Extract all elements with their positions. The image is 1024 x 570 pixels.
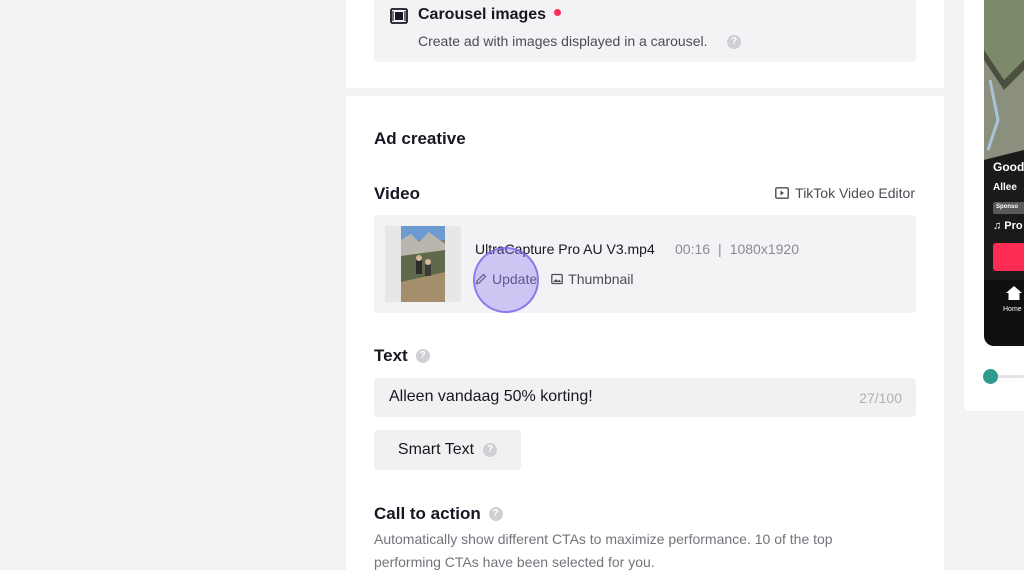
video-resolution: 1080x1920 (729, 241, 799, 257)
video-editor-label: TikTok Video Editor (795, 185, 915, 201)
preview-title: Good (993, 160, 1024, 174)
ad-text-value: Alleen vandaag 50% korting! (389, 388, 593, 405)
home-icon (1006, 286, 1022, 300)
ad-text-input[interactable]: Alleen vandaag 50% korting! 27/100 (374, 378, 916, 417)
carousel-icon (390, 8, 408, 24)
ad-editor-stage: Carousel images Create ad with images di… (0, 0, 1024, 570)
carousel-title: Carousel images (418, 6, 547, 23)
ad-creative-card: Ad creative Video TikTok Video Editor Ul… (346, 96, 944, 570)
required-dot (554, 9, 561, 16)
tiktok-video-editor-link[interactable]: TikTok Video Editor (775, 185, 915, 201)
phone-preview: Good Allee Sponso ♫ Pro Home (984, 0, 1024, 346)
click-indicator (473, 247, 539, 313)
text-field-label: Text ? (374, 346, 430, 366)
video-duration: 00:16 (675, 241, 711, 257)
cta-label-text: Call to action (374, 504, 481, 523)
cta-description: Automatically show different CTAs to max… (374, 531, 833, 570)
preview-music: ♫ Pro (993, 220, 1023, 232)
sponsored-badge: Sponso (993, 202, 1024, 214)
thumbnail-button[interactable]: Thumbnail (551, 271, 634, 287)
thumbnail-label: Thumbnail (568, 271, 634, 287)
smart-text-label: Smart Text (397, 441, 475, 458)
video-editor-icon (775, 187, 790, 199)
text-label: Text (374, 346, 408, 365)
preview-account: Allee (993, 182, 1017, 193)
preview-cta-button (993, 243, 1024, 271)
help-icon[interactable]: ? (483, 443, 498, 457)
ad-preview-panel: Good Allee Sponso ♫ Pro Home (964, 0, 1024, 411)
help-icon[interactable]: ? (415, 349, 430, 363)
ad-format-card: Carousel images Create ad with images di… (346, 0, 944, 88)
home-label: Home (1003, 306, 1022, 313)
carousel-description: Create ad with images displayed in a car… (418, 33, 708, 49)
preview-video-frame (984, 0, 1024, 280)
video-thumbnail[interactable] (385, 226, 461, 302)
image-icon (551, 273, 564, 285)
thumbnail-image (401, 226, 445, 302)
video-label: Video (374, 184, 420, 203)
preview-slider-handle[interactable] (983, 369, 998, 384)
call-to-action-label: Call to action ? (374, 504, 503, 524)
character-count: 27/100 (859, 390, 902, 406)
smart-text-button[interactable]: Smart Text ? (374, 430, 521, 470)
help-icon[interactable]: ? (488, 507, 503, 521)
section-title: Ad creative (374, 129, 466, 148)
video-item: UltraCapture Pro AU V3.mp4 00:16 | 1080x19… (374, 215, 916, 313)
meta-separator: | (718, 241, 722, 257)
help-icon[interactable]: ? (727, 35, 741, 49)
video-meta: 00:16 | 1080x1920 (675, 241, 799, 257)
carousel-images-option[interactable]: Carousel images Create ad with images di… (374, 0, 916, 62)
